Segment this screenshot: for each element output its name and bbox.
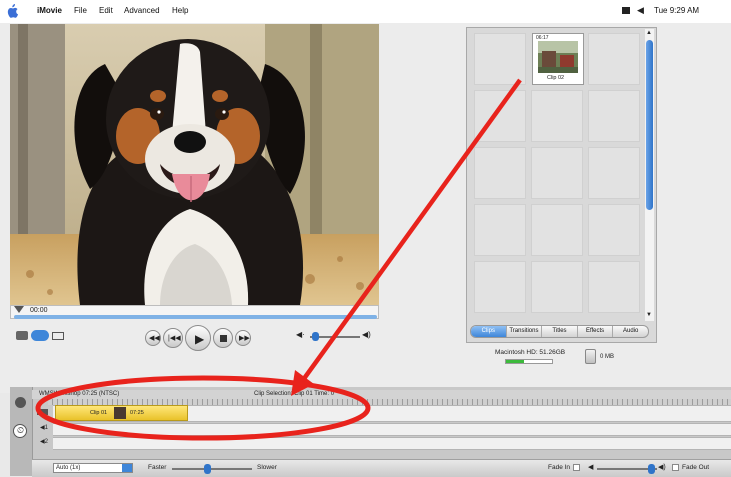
annotation-overlay	[35, 78, 522, 441]
annotation-ellipse	[35, 375, 371, 441]
annotation-arrow-line	[301, 78, 522, 382]
